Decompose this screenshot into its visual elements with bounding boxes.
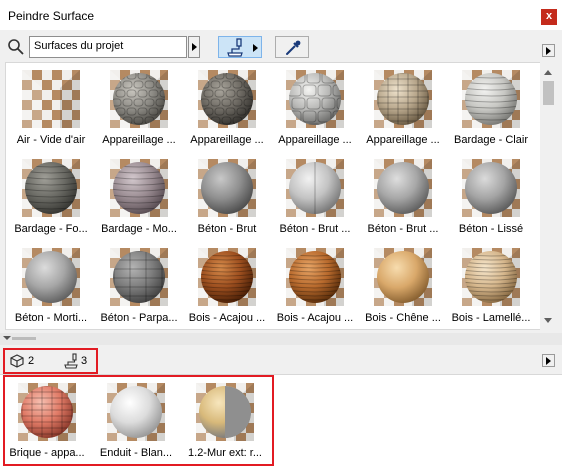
material-swatch-icon [462,70,520,128]
used-material-tile[interactable]: Brique - appa... [3,378,91,464]
material-label: Appareillage ... [102,134,176,146]
material-label: 1.2-Mur ext: r... [188,447,262,459]
chevron-right-icon [253,44,258,52]
material-tile[interactable]: Béton - Brut ... [359,154,447,240]
scroll-down-icon[interactable] [544,318,552,323]
material-label: Béton - Brut ... [367,223,439,235]
material-swatch-icon [110,70,168,128]
material-swatch-icon [286,248,344,306]
close-button[interactable]: x [541,9,557,25]
search-dropdown-button[interactable] [188,36,200,58]
material-tile[interactable]: Appareillage ... [359,65,447,151]
material-label: Brique - appa... [9,447,85,459]
material-label: Enduit - Blan... [99,447,173,459]
material-swatch-icon [110,159,168,217]
selection-counts: 2 3 [3,348,98,374]
material-tile[interactable]: Béton - Brut ... [271,154,359,240]
material-swatch-icon [198,70,256,128]
material-swatch-icon [18,383,76,441]
material-tile[interactable]: Bardage - Clair [447,65,535,151]
material-tile[interactable]: Appareillage ... [271,65,359,151]
toolbar: Surfaces du projet [0,30,562,62]
material-tile[interactable]: Appareillage ... [95,65,183,151]
material-swatch-icon [286,70,344,128]
material-swatch-icon [22,159,80,217]
material-swatch-icon [462,159,520,217]
material-label: Bois - Acajou ... [188,312,266,324]
material-label: Béton - Morti... [14,312,88,324]
material-label: Béton - Brut ... [279,223,351,235]
material-tile[interactable]: Bardage - Mo... [95,154,183,240]
chevron-right-icon [546,47,551,55]
material-swatch-icon [374,248,432,306]
collapse-icon[interactable] [3,336,11,340]
material-tile[interactable]: Bois - Acajou ... [271,243,359,329]
material-swatch-icon [196,383,254,441]
scrollbar-thumb[interactable] [543,81,554,105]
paint-roller-icon [227,38,243,57]
material-tile[interactable]: Bois - Lamellé... [447,243,535,329]
material-tile[interactable]: Béton - Parpa... [95,243,183,329]
material-label: Béton - Lissé [458,223,524,235]
material-label: Bois - Lamellé... [451,312,531,324]
scroll-up-icon[interactable] [544,70,552,75]
material-swatch-icon [374,70,432,128]
material-tile[interactable]: Béton - Morti... [7,243,95,329]
expand-used-panel-button[interactable] [542,354,555,367]
splitter-grip[interactable] [12,337,36,340]
material-label: Appareillage ... [366,134,440,146]
search-icon [8,39,24,55]
material-swatch-icon [22,70,80,128]
material-label: Appareillage ... [278,134,352,146]
material-label: Bois - Acajou ... [276,312,354,324]
cube-icon [10,354,24,368]
material-tile[interactable]: Appareillage ... [183,65,271,151]
material-label: Appareillage ... [190,134,264,146]
material-tile[interactable]: Bois - Acajou ... [183,243,271,329]
vertical-scrollbar[interactable] [540,62,557,330]
material-tile[interactable]: Bois - Chêne ... [359,243,447,329]
material-label: Béton - Brut [197,223,257,235]
material-tile[interactable]: Béton - Brut [183,154,271,240]
material-swatch-icon [462,248,520,306]
expand-panel-button[interactable] [542,44,555,57]
material-label: Air - Vide d'air [16,134,86,146]
material-swatch-icon [286,159,344,217]
eyedropper-button[interactable] [275,36,309,58]
material-tile[interactable]: Béton - Lissé [447,154,535,240]
object-count: 2 [28,355,35,367]
material-label: Bardage - Mo... [101,223,177,235]
material-grid: Air - Vide d'air Appareillage ... Appareil… [5,62,556,330]
material-swatch-icon [374,159,432,217]
material-swatch-icon [110,248,168,306]
material-label: Bardage - Fo... [14,223,88,235]
surface-count: 3 [81,355,88,367]
material-label: Bardage - Clair [454,134,528,146]
material-swatch-icon [198,159,256,217]
paint-roller-icon [64,353,78,369]
material-tile[interactable]: Air - Vide d'air [7,65,95,151]
panel-splitter[interactable] [0,333,562,345]
search-input[interactable]: Surfaces du projet [29,36,187,58]
title-bar: Peindre Surface x [0,0,562,30]
chevron-right-icon [192,43,197,51]
window-title: Peindre Surface [8,9,95,23]
paint-mode-button[interactable] [218,36,262,58]
material-label: Béton - Parpa... [100,312,178,324]
eyedropper-icon [286,40,301,55]
material-swatch-icon [107,383,165,441]
material-label: Bois - Chêne ... [365,312,441,324]
chevron-right-icon [546,357,551,365]
material-tile[interactable]: Bardage - Fo... [7,154,95,240]
used-material-tile[interactable]: 1.2-Mur ext: r... [181,378,269,464]
used-materials-list: Brique - appa... Enduit - Blan... 1.2-Mur … [3,375,274,466]
material-swatch-icon [198,248,256,306]
used-material-tile[interactable]: Enduit - Blan... [92,378,180,464]
material-swatch-icon [22,248,80,306]
